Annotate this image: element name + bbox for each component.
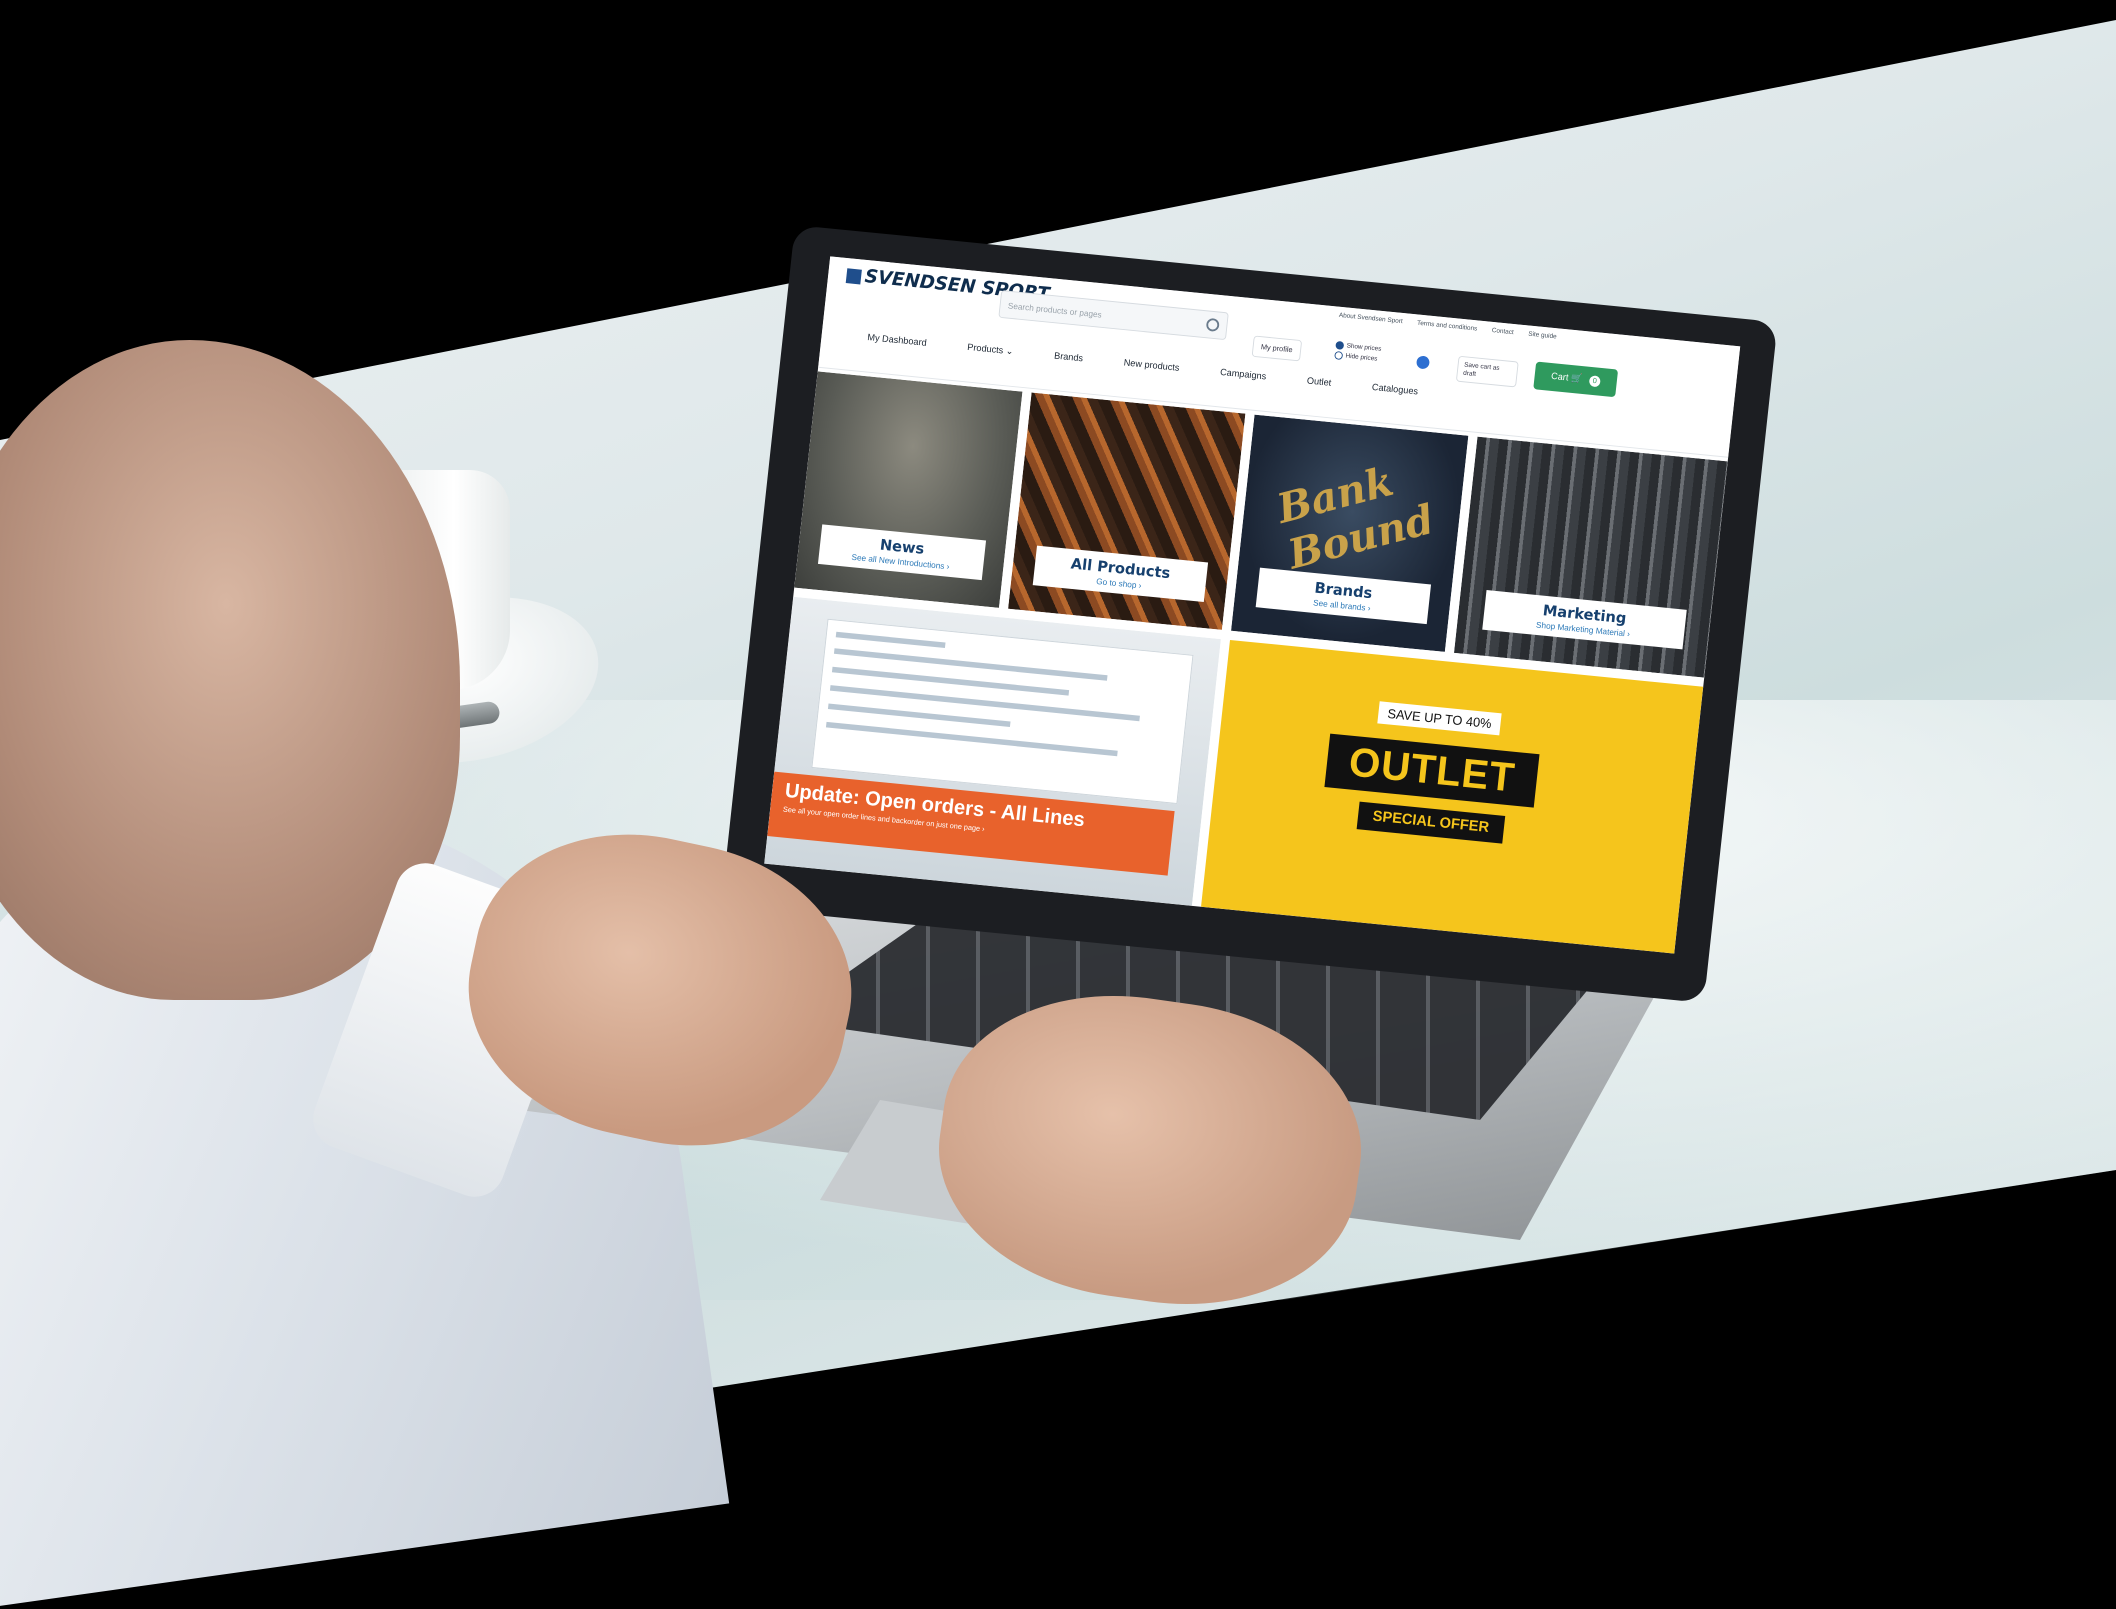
outlet-heading: OUTLET — [1324, 733, 1540, 808]
cart-button[interactable]: Cart 🛒 0 — [1533, 361, 1619, 398]
nav-my-dashboard[interactable]: My Dashboard — [867, 333, 927, 349]
nav-brands[interactable]: Brands — [1054, 351, 1084, 364]
tile-outlet[interactable]: SAVE UP TO 40% OUTLET SPECIAL OFFER — [1201, 639, 1704, 954]
top-link-site-guide[interactable]: Site guide — [1528, 331, 1557, 340]
search-input[interactable]: Search products or pages — [998, 290, 1229, 341]
cart-icon: 🛒 — [1570, 373, 1583, 385]
globe-icon[interactable] — [1415, 355, 1431, 370]
tile-marketing[interactable]: Marketing Shop Marketing Material › — [1453, 436, 1728, 678]
hide-prices-radio[interactable] — [1334, 350, 1344, 360]
show-prices-radio[interactable] — [1335, 340, 1345, 350]
cart-label: Cart — [1550, 371, 1569, 384]
hide-prices-label: Hide prices — [1345, 352, 1378, 363]
tile-update-open-orders[interactable]: Update: Open orders - All Lines See all … — [764, 596, 1221, 906]
tile-all-products[interactable]: All Products Go to shop › — [1008, 392, 1246, 630]
nav-products[interactable]: Products ⌄ — [967, 343, 1014, 358]
price-toggle: Show prices Hide prices — [1334, 340, 1382, 365]
top-link-terms[interactable]: Terms and conditions — [1417, 320, 1478, 332]
tile-brands[interactable]: Bank Bound Brands See all brands › — [1231, 414, 1469, 652]
my-profile-label: My profile — [1260, 342, 1293, 355]
cart-count-badge: 0 — [1588, 375, 1601, 388]
outlet-special-offer: SPECIAL OFFER — [1356, 801, 1505, 844]
marketing-image — [1453, 436, 1728, 678]
laptop-lid: SVENDSEN SPORT Search products or pages … — [721, 225, 1778, 1003]
logo-mark-icon — [845, 267, 862, 284]
save-cart-button[interactable]: Save cart as draft — [1455, 355, 1519, 388]
tile-news[interactable]: News See all New Introductions › — [794, 371, 1023, 608]
nav-new-products[interactable]: New products — [1123, 358, 1180, 374]
nav-outlet[interactable]: Outlet — [1306, 376, 1331, 389]
nav-catalogues[interactable]: Catalogues — [1371, 383, 1418, 398]
search-placeholder: Search products or pages — [1007, 300, 1103, 320]
top-link-contact[interactable]: Contact — [1491, 327, 1514, 336]
nav-campaigns[interactable]: Campaigns — [1220, 368, 1267, 383]
outlet-save-badge: SAVE UP TO 40% — [1377, 701, 1502, 736]
save-cart-label: Save cart as draft — [1462, 361, 1500, 378]
laptop-screen: SVENDSEN SPORT Search products or pages … — [764, 256, 1741, 954]
top-links: About Svendsen Sport Terms and condition… — [1339, 312, 1570, 341]
top-link-about[interactable]: About Svendsen Sport — [1339, 312, 1403, 325]
my-profile-button[interactable]: My profile — [1251, 335, 1302, 362]
search-icon[interactable] — [1205, 317, 1220, 332]
